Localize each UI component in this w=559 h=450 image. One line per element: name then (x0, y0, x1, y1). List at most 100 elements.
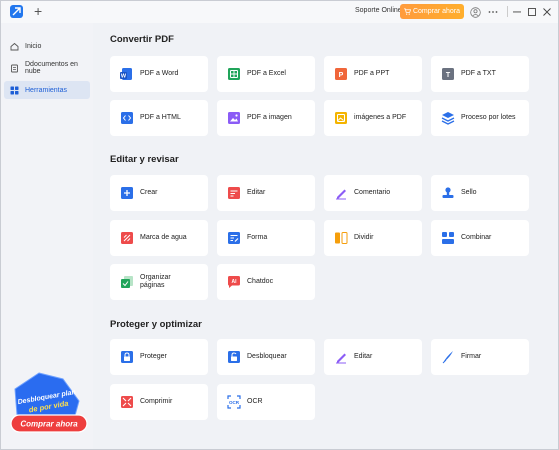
tool-card-label: Crear (140, 188, 158, 196)
tool-card-pdf-to-html[interactable]: PDF a HTML (110, 100, 208, 136)
plus-icon (120, 186, 134, 200)
user-avatar-icon[interactable] (468, 5, 482, 19)
document-icon (11, 64, 18, 72)
tool-card-chatdoc[interactable]: AI Chatdoc (217, 264, 315, 300)
excel-icon (227, 67, 241, 81)
new-tab-button[interactable]: + (34, 3, 42, 19)
image-icon (227, 111, 241, 125)
images-to-pdf-icon (334, 111, 348, 125)
split-icon (334, 231, 348, 245)
tool-card-ocr[interactable]: OCR OCR (217, 384, 315, 420)
sidebar-item-label: Inicio (25, 42, 42, 50)
svg-text:W: W (121, 74, 127, 80)
tool-card-pdf-to-image[interactable]: PDF a imagen (217, 100, 315, 136)
tool-card-label: PDF a Excel (247, 69, 286, 77)
sidebar-item-label: Ddocumentos en nube (25, 61, 78, 75)
tool-card-label: imágenes a PDF (354, 113, 407, 121)
sidebar-item-home[interactable]: Inicio (4, 37, 90, 55)
home-icon (10, 42, 19, 50)
tool-card-compress[interactable]: Comprimir (110, 384, 208, 420)
tool-card-label: Firmar (461, 352, 482, 360)
section-title-convert: Convertir PDF (110, 34, 174, 45)
sign-icon (441, 350, 455, 364)
tool-card-label: PDF a PPT (354, 69, 390, 77)
sidebar-item-tools[interactable]: Herramientas (4, 81, 90, 99)
sidebar-item-cloud-documents[interactable]: Ddocumentos en nube (4, 59, 90, 77)
tool-card-batch-process[interactable]: Proceso por lotes (431, 100, 529, 136)
app-window: + Soporte Online Comprar ahora Inicio Dd… (0, 0, 559, 450)
tool-card-label: Chatdoc (247, 277, 274, 285)
tool-card-label: Marca de agua (140, 233, 187, 241)
combine-icon (441, 231, 455, 245)
svg-text:AI: AI (232, 279, 238, 285)
more-options-icon[interactable] (486, 5, 500, 19)
svg-text:OCR: OCR (229, 400, 240, 405)
watermark-icon (120, 231, 134, 245)
tool-card-label: OCR (247, 397, 263, 405)
title-bar-divider (507, 6, 508, 17)
tool-card-label: Proteger (140, 352, 167, 360)
unlock-icon (227, 350, 241, 364)
form-icon (227, 231, 241, 245)
tool-card-edit-protected[interactable]: Editar (324, 339, 422, 375)
buy-now-label: Comprar ahora (412, 8, 461, 15)
tool-card-label: Forma (247, 233, 268, 241)
tools-panel: Convertir PDF W PDF a Word PDF a Excel P… (93, 23, 558, 449)
grid-icon (10, 86, 19, 94)
title-bar: + Soporte Online Comprar ahora (1, 1, 558, 23)
tool-card-sign[interactable]: Firmar (431, 339, 529, 375)
tool-card-label: Editar (354, 352, 373, 360)
tool-card-label: PDF a TXT (461, 69, 496, 77)
stamp-icon (441, 186, 455, 200)
tool-card-label: PDF a imagen (247, 113, 292, 121)
maximize-icon[interactable] (525, 5, 539, 19)
tool-card-unlock[interactable]: Desbloquear (217, 339, 315, 375)
tool-card-label: PDF a HTML (140, 113, 181, 121)
support-online-link[interactable]: Soporte Online (355, 7, 402, 14)
tool-card-pdf-to-txt[interactable]: T PDF a TXT (431, 56, 529, 92)
tool-card-label: Proceso por lotes (461, 113, 516, 121)
tool-card-pdf-to-word[interactable]: W PDF a Word (110, 56, 208, 92)
section-title-protect: Proteger y optimizar (110, 319, 202, 330)
edit-icon (227, 186, 241, 200)
organize-icon (120, 275, 134, 289)
tool-card-combine[interactable]: Combinar (431, 220, 529, 256)
close-icon[interactable] (540, 5, 554, 19)
tool-card-label: Editar (247, 188, 266, 196)
tool-card-protect[interactable]: Proteger (110, 339, 208, 375)
tool-card-label: PDF a Word (140, 69, 179, 77)
ppt-icon: P (334, 67, 348, 81)
minimize-icon[interactable] (510, 5, 524, 19)
batch-icon (441, 111, 455, 125)
word-icon: W (120, 67, 134, 81)
lock-icon (120, 350, 134, 364)
comment-icon (334, 186, 348, 200)
tool-card-split[interactable]: Dividir (324, 220, 422, 256)
tool-card-pdf-to-ppt[interactable]: P PDF a PPT (324, 56, 422, 92)
svg-text:P: P (339, 72, 344, 79)
cart-icon (403, 8, 411, 15)
tool-card-edit[interactable]: Editar (217, 175, 315, 211)
buy-now-button[interactable]: Comprar ahora (400, 4, 464, 19)
tool-card-label: Comentario (354, 188, 391, 196)
tool-card-create[interactable]: Crear (110, 175, 208, 211)
section-title-edit: Editar y revisar (110, 154, 179, 165)
tool-card-comment[interactable]: Comentario (324, 175, 422, 211)
tool-card-watermark[interactable]: Marca de agua (110, 220, 208, 256)
tool-card-label: Dividir (354, 233, 374, 241)
html-icon (120, 111, 134, 125)
tool-card-stamp[interactable]: Sello (431, 175, 529, 211)
svg-text:T: T (446, 72, 451, 79)
tool-card-organize-pages[interactable]: Organizar páginas (110, 264, 208, 300)
lifetime-plan-promo[interactable]: Desbloquear plan de por vida Comprar aho… (9, 371, 89, 441)
tool-card-label: Organizar páginas (140, 273, 171, 290)
compress-icon (120, 395, 134, 409)
tool-card-label: Sello (461, 188, 477, 196)
tool-card-pdf-to-excel[interactable]: PDF a Excel (217, 56, 315, 92)
promo-buy-button[interactable]: Comprar ahora (20, 420, 78, 429)
tool-card-images-to-pdf[interactable]: imágenes a PDF (324, 100, 422, 136)
txt-icon: T (441, 67, 455, 81)
tool-card-form[interactable]: Forma (217, 220, 315, 256)
tool-card-label: Comprimir (140, 397, 173, 405)
app-logo-icon[interactable] (10, 5, 23, 18)
